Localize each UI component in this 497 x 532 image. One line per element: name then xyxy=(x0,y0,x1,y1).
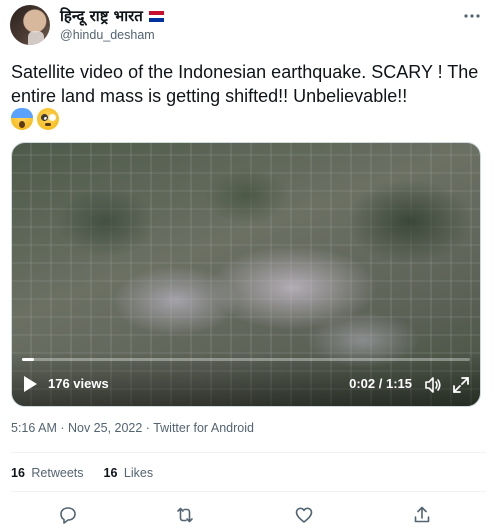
tweet-stats: 16 Retweets 16 Likes xyxy=(11,465,153,481)
avatar[interactable] xyxy=(10,5,50,45)
face-screaming-in-fear-icon xyxy=(11,108,33,130)
video-progress-bar[interactable] xyxy=(22,358,470,361)
divider xyxy=(11,452,486,453)
user-handle[interactable]: @hindu_desham xyxy=(60,27,155,43)
retweets-count: 16 xyxy=(11,466,25,480)
divider xyxy=(11,491,486,492)
flag-icon xyxy=(148,10,164,22)
video-progress-fill xyxy=(22,358,35,361)
retweets-stat[interactable]: 16 Retweets xyxy=(11,465,84,481)
share-icon[interactable] xyxy=(412,505,432,525)
video-player[interactable]: 176 views 0:02 / 1:15 xyxy=(11,142,481,407)
like-icon[interactable] xyxy=(294,505,314,525)
flushed-face-icon xyxy=(37,108,59,130)
display-name[interactable]: हिन्दू राष्ट्र भारत xyxy=(60,7,143,25)
tweet-timestamp[interactable]: 5:16 AM · Nov 25, 2022 · Twitter for And… xyxy=(11,420,254,436)
video-time: 0:02 / 1:15 xyxy=(349,376,412,391)
fullscreen-icon[interactable] xyxy=(452,376,470,394)
likes-count: 16 xyxy=(103,466,118,480)
user-name-row: हिन्दू राष्ट्र भारत xyxy=(60,7,164,25)
retweet-icon[interactable] xyxy=(175,505,195,525)
likes-stat[interactable]: 16 Likes xyxy=(104,465,154,481)
tweet-emojis xyxy=(11,108,59,130)
action-bar xyxy=(0,505,497,525)
play-icon[interactable] xyxy=(22,375,38,393)
tweet-text: Satellite video of the Indonesian earthq… xyxy=(11,62,479,106)
retweets-label: Retweets xyxy=(31,466,84,480)
reply-icon[interactable] xyxy=(58,505,78,525)
view-count: 176 views xyxy=(48,376,109,391)
more-options-icon[interactable] xyxy=(461,9,483,23)
likes-label: Likes xyxy=(123,466,154,480)
volume-icon[interactable] xyxy=(424,376,442,394)
